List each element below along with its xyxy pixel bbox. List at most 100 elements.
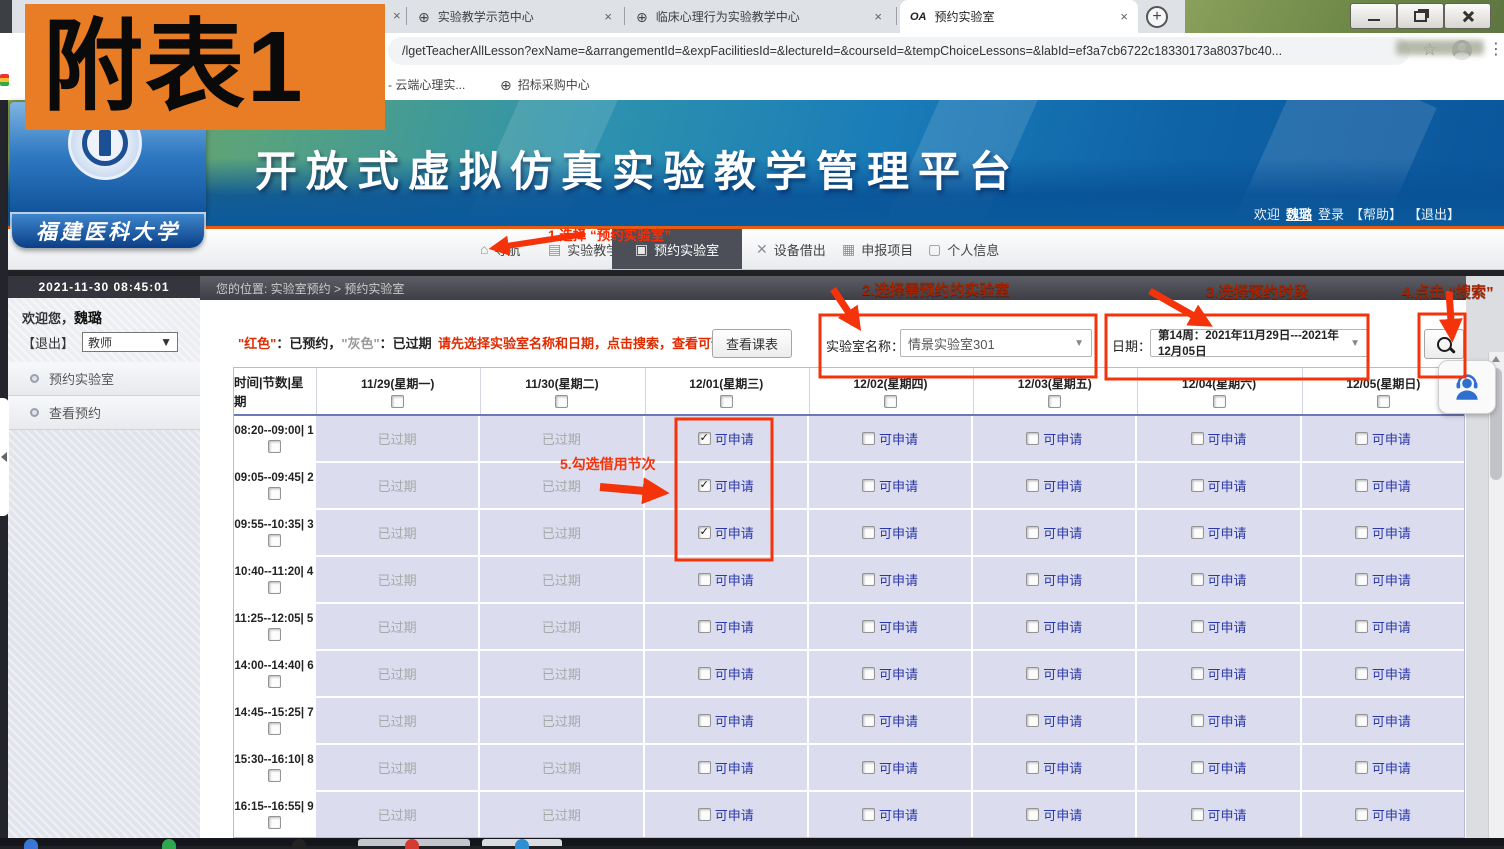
day-select-checkbox[interactable]: [1213, 395, 1226, 408]
window-close-button[interactable]: [1444, 3, 1491, 29]
logout-link[interactable]: 【退出】: [1408, 204, 1460, 223]
slot-checkbox[interactable]: [1026, 808, 1039, 821]
view-schedule-button[interactable]: 查看课表: [712, 329, 792, 358]
slot-checkbox[interactable]: [862, 620, 875, 633]
tab-close-icon[interactable]: ×: [874, 9, 882, 24]
slot-available-cell[interactable]: 可申请: [973, 416, 1135, 461]
slot-checkbox[interactable]: [698, 808, 711, 821]
slot-available-cell[interactable]: 可申请: [973, 604, 1135, 649]
slot-checkbox[interactable]: [1026, 761, 1039, 774]
slot-available-cell[interactable]: 可申请: [1302, 651, 1464, 696]
row-select-checkbox[interactable]: [268, 722, 281, 735]
slot-checkbox[interactable]: [1355, 620, 1368, 633]
slot-checkbox[interactable]: [698, 714, 711, 727]
slot-available-cell[interactable]: 可申请: [809, 604, 971, 649]
slot-available-cell[interactable]: 可申请: [1302, 745, 1464, 790]
slot-checkbox[interactable]: [1026, 573, 1039, 586]
week-select[interactable]: 第14周：2021年11月29日---2021年12月05日 ▼: [1150, 329, 1368, 357]
tab-close-icon[interactable]: ×: [393, 8, 401, 23]
nav-item-home[interactable]: ⌂ 导航: [470, 229, 530, 269]
slot-checkbox[interactable]: [1355, 808, 1368, 821]
slot-available-cell[interactable]: 可申请: [645, 698, 807, 743]
slot-available-cell[interactable]: 可申请: [809, 463, 971, 508]
slot-available-cell[interactable]: 可申请: [973, 651, 1135, 696]
tab-close-icon[interactable]: ×: [604, 9, 612, 24]
slot-available-cell[interactable]: 可申请: [973, 510, 1135, 555]
slot-checkbox[interactable]: [1026, 432, 1039, 445]
slot-checkbox[interactable]: [862, 479, 875, 492]
slot-checkbox[interactable]: [1355, 714, 1368, 727]
slot-checkbox[interactable]: [698, 432, 711, 445]
slot-available-cell[interactable]: 可申请: [1302, 792, 1464, 837]
slot-available-cell[interactable]: 可申请: [973, 698, 1135, 743]
slot-available-cell[interactable]: 可申请: [1137, 416, 1299, 461]
slot-checkbox[interactable]: [1026, 667, 1039, 680]
day-select-checkbox[interactable]: [555, 395, 568, 408]
username-link[interactable]: 魏璐: [1286, 204, 1312, 223]
row-select-checkbox[interactable]: [268, 440, 281, 453]
slot-checkbox[interactable]: [698, 761, 711, 774]
slot-checkbox[interactable]: [698, 573, 711, 586]
slot-available-cell[interactable]: 可申请: [645, 416, 807, 461]
sidebar-item-view-reservations[interactable]: 查看预约: [8, 396, 200, 430]
sidebar-logout-link[interactable]: 【退出】: [22, 333, 74, 352]
nav-item-projects[interactable]: ▦ 申报项目: [832, 229, 923, 269]
slot-available-cell[interactable]: 可申请: [645, 651, 807, 696]
slot-checkbox[interactable]: [862, 667, 875, 680]
slot-checkbox[interactable]: [1355, 573, 1368, 586]
slot-available-cell[interactable]: 可申请: [1137, 557, 1299, 602]
slot-checkbox[interactable]: [1355, 526, 1368, 539]
taskbar-app-icon[interactable]: [162, 839, 176, 849]
sidebar-item-reserve-lab[interactable]: 预约实验室: [8, 362, 200, 396]
taskbar-app-icon[interactable]: [24, 839, 38, 849]
slot-checkbox[interactable]: [698, 479, 711, 492]
slot-available-cell[interactable]: 可申请: [1137, 792, 1299, 837]
slot-checkbox[interactable]: [698, 620, 711, 633]
day-select-checkbox[interactable]: [884, 395, 897, 408]
search-button[interactable]: [1424, 329, 1464, 359]
slot-checkbox[interactable]: [698, 526, 711, 539]
slot-checkbox[interactable]: [1191, 573, 1204, 586]
slot-checkbox[interactable]: [1355, 432, 1368, 445]
browser-menu-icon[interactable]: ⋮: [1488, 39, 1504, 59]
slot-available-cell[interactable]: 可申请: [1137, 510, 1299, 555]
slot-available-cell[interactable]: 可申请: [973, 745, 1135, 790]
slot-checkbox[interactable]: [862, 526, 875, 539]
row-select-checkbox[interactable]: [268, 769, 281, 782]
slot-available-cell[interactable]: 可申请: [973, 463, 1135, 508]
online-help-button[interactable]: [1438, 360, 1496, 414]
slot-available-cell[interactable]: 可申请: [1302, 510, 1464, 555]
slot-available-cell[interactable]: 可申请: [645, 557, 807, 602]
row-select-checkbox[interactable]: [268, 816, 281, 829]
slot-available-cell[interactable]: 可申请: [809, 557, 971, 602]
slot-checkbox[interactable]: [862, 761, 875, 774]
row-select-checkbox[interactable]: [268, 675, 281, 688]
new-tab-button[interactable]: +: [1146, 6, 1168, 28]
slot-checkbox[interactable]: [1191, 714, 1204, 727]
slot-checkbox[interactable]: [1026, 479, 1039, 492]
browser-tab-active[interactable]: OA 预约实验室 ×: [900, 0, 1138, 33]
slot-available-cell[interactable]: 可申请: [1137, 651, 1299, 696]
slot-checkbox[interactable]: [862, 432, 875, 445]
browser-tab-1[interactable]: ⊕ 实验教学示范中心 ×: [408, 0, 622, 33]
row-select-checkbox[interactable]: [268, 628, 281, 641]
slot-available-cell[interactable]: 可申请: [645, 792, 807, 837]
slot-checkbox[interactable]: [862, 808, 875, 821]
slot-checkbox[interactable]: [1355, 761, 1368, 774]
row-select-checkbox[interactable]: [268, 581, 281, 594]
slot-available-cell[interactable]: 可申请: [1137, 745, 1299, 790]
slot-available-cell[interactable]: 可申请: [645, 463, 807, 508]
window-restore-button[interactable]: [1397, 3, 1444, 29]
slot-checkbox[interactable]: [1026, 714, 1039, 727]
scrollbar-up-arrow[interactable]: [1492, 356, 1500, 362]
slot-available-cell[interactable]: 可申请: [1302, 416, 1464, 461]
slot-available-cell[interactable]: 可申请: [809, 792, 971, 837]
nav-item-profile[interactable]: ▢ 个人信息: [918, 229, 1009, 269]
slot-available-cell[interactable]: 可申请: [809, 651, 971, 696]
day-select-checkbox[interactable]: [391, 395, 404, 408]
slot-available-cell[interactable]: 可申请: [1137, 463, 1299, 508]
slot-checkbox[interactable]: [1191, 808, 1204, 821]
slot-available-cell[interactable]: 可申请: [809, 698, 971, 743]
slot-available-cell[interactable]: 可申请: [973, 792, 1135, 837]
slot-checkbox[interactable]: [862, 573, 875, 586]
